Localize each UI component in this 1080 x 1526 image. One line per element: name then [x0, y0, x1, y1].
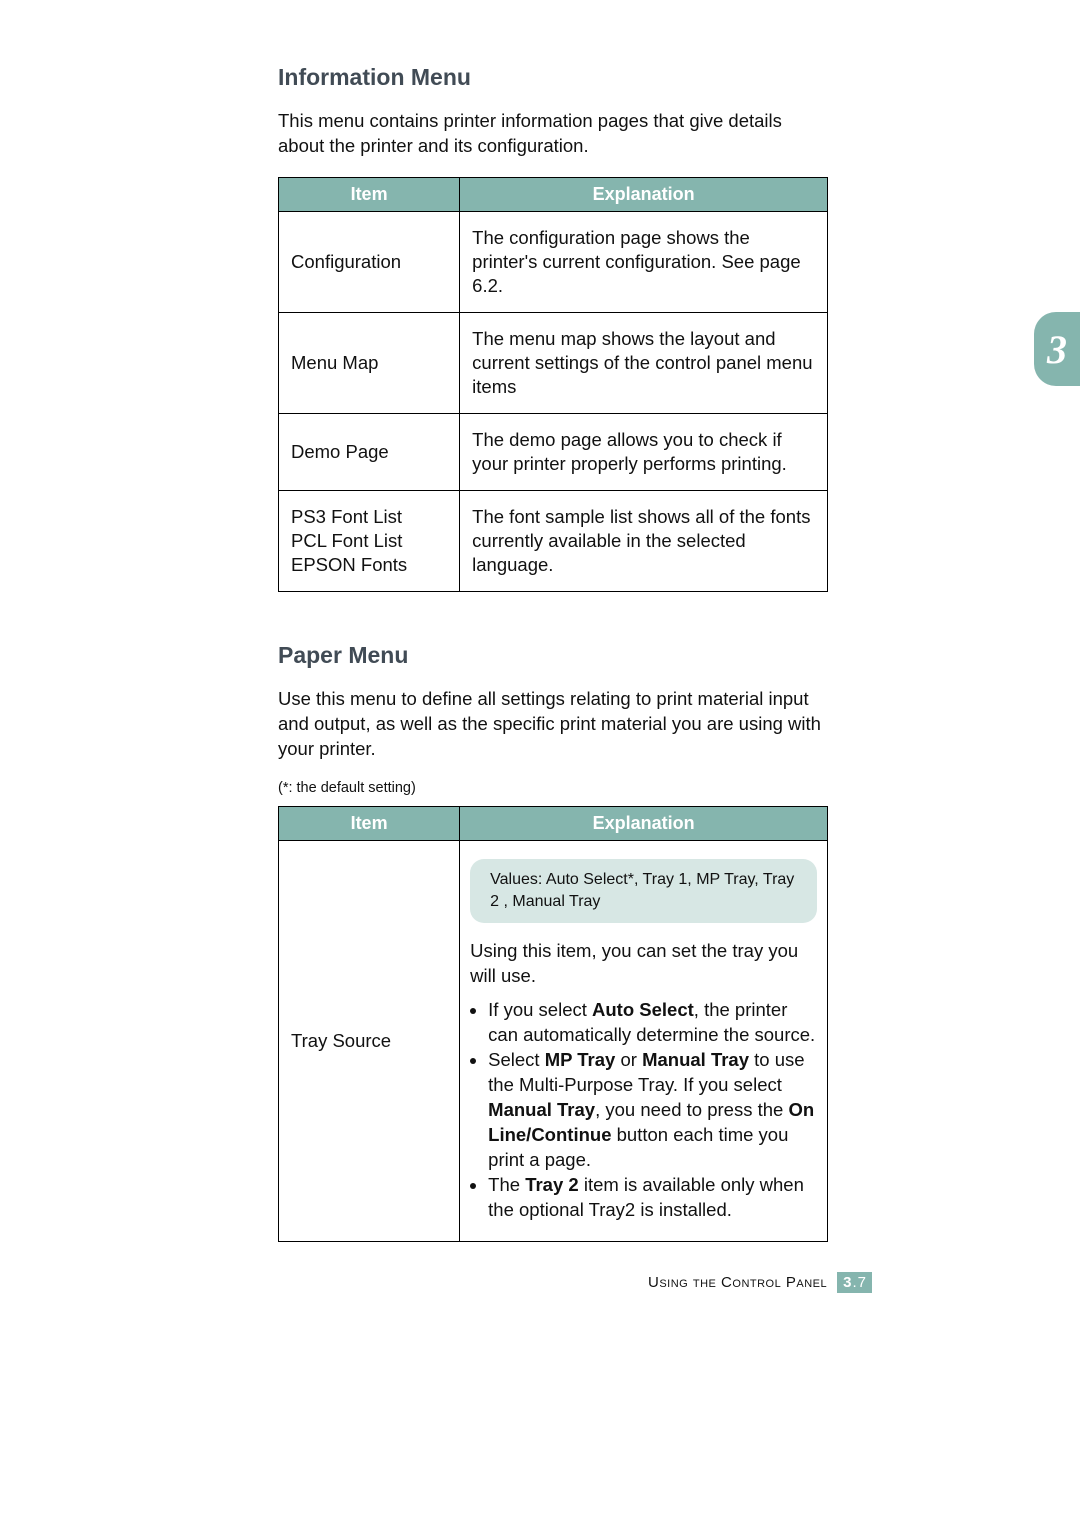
cell-item: Tray Source: [279, 841, 460, 1242]
text: The: [488, 1174, 525, 1195]
information-menu-intro: This menu contains printer information p…: [278, 109, 828, 159]
table-header-row: Item Explanation: [279, 807, 828, 841]
section-number: 3: [843, 1274, 851, 1291]
paper-menu-intro: Use this menu to define all settings rel…: [278, 687, 828, 762]
table-row: Menu Map The menu map shows the layout a…: [279, 313, 828, 414]
cell-explanation: The font sample list shows all of the fo…: [460, 491, 828, 592]
col-header-item: Item: [279, 177, 460, 211]
cell-explanation: The menu map shows the layout and curren…: [460, 313, 828, 414]
table-header-row: Item Explanation: [279, 177, 828, 211]
list-item: The Tray 2 item is available only when t…: [488, 1173, 817, 1223]
default-setting-note: (*: the default setting): [278, 780, 828, 796]
page-number: 7: [858, 1274, 866, 1291]
cell-item: Menu Map: [279, 313, 460, 414]
page-dot: .: [852, 1274, 856, 1291]
cell-item: Configuration: [279, 211, 460, 312]
explanation-lead: Using this item, you can set the tray yo…: [470, 939, 817, 989]
bold-text: Manual Tray: [488, 1099, 595, 1120]
information-menu-table: Item Explanation Configuration The confi…: [278, 177, 828, 593]
chapter-tab: 3: [1034, 312, 1080, 386]
text: If you select: [488, 999, 592, 1020]
cell-item: PS3 Font List PCL Font List EPSON Fonts: [279, 491, 460, 592]
cell-explanation: The demo page allows you to check if you…: [460, 414, 828, 491]
section-heading-information-menu: Information Menu: [278, 64, 828, 91]
list-item: If you select Auto Select, the printer c…: [488, 998, 817, 1048]
paper-menu-table: Item Explanation Tray Source Values: Aut…: [278, 806, 828, 1242]
text: , you need to press the: [595, 1099, 788, 1120]
page-number-badge: 3.7: [837, 1272, 872, 1293]
text: or: [615, 1049, 642, 1070]
cell-explanation: The configuration page shows the printer…: [460, 211, 828, 312]
page-footer: Using the Control Panel 3.7: [648, 1272, 872, 1293]
bold-text: MP Tray: [545, 1049, 616, 1070]
footer-label: Using the Control Panel: [648, 1274, 827, 1291]
table-row: PS3 Font List PCL Font List EPSON Fonts …: [279, 491, 828, 592]
col-header-explanation: Explanation: [460, 177, 828, 211]
col-header-item: Item: [279, 807, 460, 841]
bold-text: Tray 2: [525, 1174, 579, 1195]
col-header-explanation: Explanation: [460, 807, 828, 841]
cell-explanation: Values: Auto Select*, Tray 1, MP Tray, T…: [460, 841, 828, 1242]
cell-item: Demo Page: [279, 414, 460, 491]
bold-text: Manual Tray: [642, 1049, 749, 1070]
section-heading-paper-menu: Paper Menu: [278, 642, 828, 669]
table-row: Configuration The configuration page sho…: [279, 211, 828, 312]
bold-text: Auto Select: [592, 999, 694, 1020]
explanation-bullets: If you select Auto Select, the printer c…: [470, 998, 817, 1223]
text: Select: [488, 1049, 545, 1070]
table-row: Tray Source Values: Auto Select*, Tray 1…: [279, 841, 828, 1242]
values-pill: Values: Auto Select*, Tray 1, MP Tray, T…: [470, 859, 817, 922]
list-item: Select MP Tray or Manual Tray to use the…: [488, 1048, 817, 1173]
page-content: Information Menu This menu contains prin…: [278, 64, 828, 1242]
table-row: Demo Page The demo page allows you to ch…: [279, 414, 828, 491]
